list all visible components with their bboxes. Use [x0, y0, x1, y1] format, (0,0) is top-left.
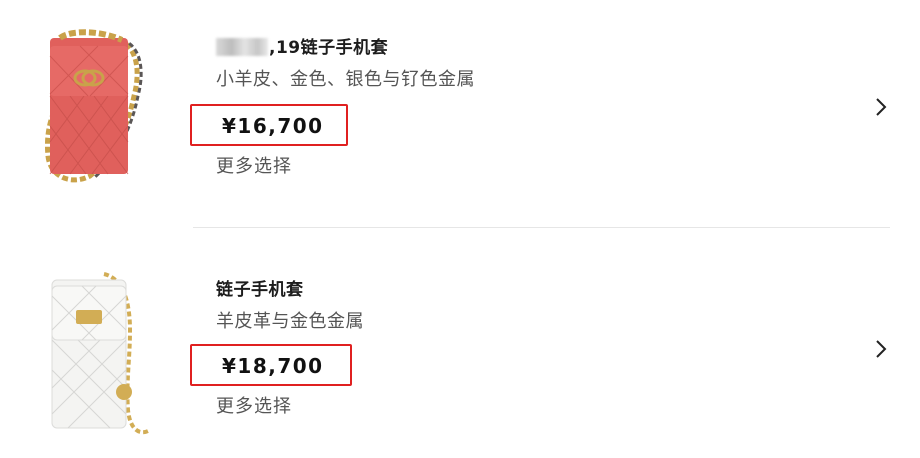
- product-row[interactable]: 链子手机套 羊皮革与金色金属 ¥18,700 更多选择: [0, 230, 920, 458]
- product-material: 小羊皮、金色、银色与钌色金属: [216, 69, 475, 90]
- divider: [193, 227, 890, 228]
- white-quilted-phone-holder-bag-icon[interactable]: [30, 270, 170, 438]
- price-highlight-box: ¥18,700: [190, 344, 352, 386]
- more-options-link[interactable]: 更多选择: [216, 392, 292, 418]
- product-row[interactable]: ,19链子手机套 小羊皮、金色、银色与钌色金属 ¥16,700 更多选择: [0, 0, 920, 228]
- product-title-text: ,19链子手机套: [269, 38, 389, 58]
- more-options-link[interactable]: 更多选择: [216, 152, 292, 178]
- price-highlight-box: ¥16,700: [190, 104, 348, 146]
- chevron-right-icon[interactable]: [872, 96, 890, 118]
- product-info: ,19链子手机套 小羊皮、金色、银色与钌色金属 ¥16,700 更多选择: [190, 36, 475, 177]
- product-price: ¥16,700: [222, 114, 324, 138]
- redacted-text-blur: [216, 38, 268, 56]
- product-info: 链子手机套 羊皮革与金色金属 ¥18,700 更多选择: [190, 278, 364, 417]
- pink-quilted-phone-holder-bag-icon[interactable]: [30, 26, 170, 186]
- product-price: ¥18,700: [222, 354, 324, 378]
- product-title[interactable]: 链子手机套: [216, 278, 364, 302]
- product-material: 羊皮革与金色金属: [216, 311, 364, 332]
- product-title[interactable]: ,19链子手机套: [216, 36, 475, 60]
- chevron-right-icon[interactable]: [872, 338, 890, 360]
